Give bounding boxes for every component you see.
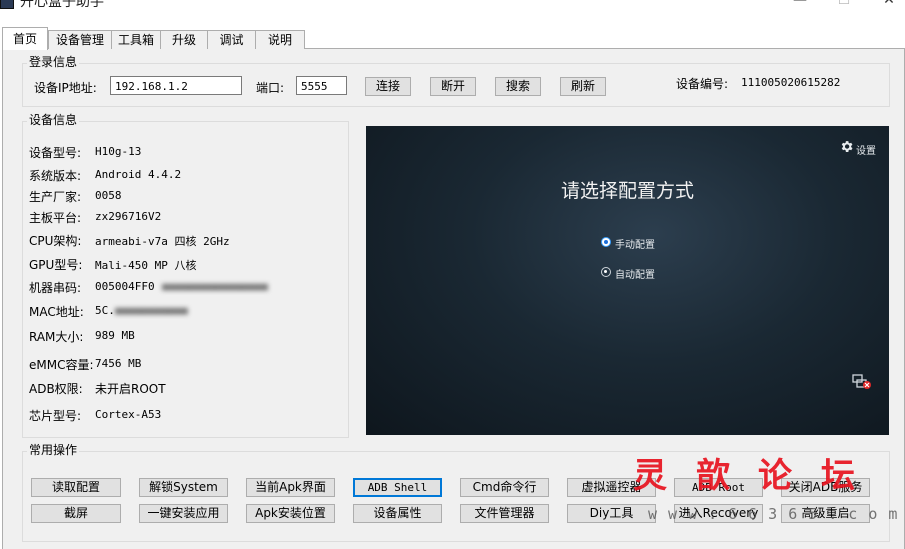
info-value-adb: 未开启ROOT	[95, 382, 166, 396]
app-icon	[0, 0, 14, 9]
info-value-model: H10g-13	[95, 145, 142, 158]
info-label-mac: MAC地址:	[29, 305, 84, 319]
radio-auto-label[interactable]: 自动配置	[615, 266, 655, 281]
info-label-os: 系统版本:	[29, 169, 82, 183]
info-value-gpu: Mali-450 MP 八核	[95, 259, 197, 272]
common-ops-title: 常用操作	[27, 443, 80, 457]
watermark-char: 歆	[696, 456, 730, 496]
info-label-emmc: eMMC容量:	[29, 358, 94, 372]
device-no-label: 设备编号:	[676, 77, 729, 91]
watermark-char: 坛	[821, 456, 855, 496]
settings-label[interactable]: 设置	[856, 142, 876, 157]
refresh-button[interactable]: 刷新	[560, 77, 606, 96]
info-label-gpu: GPU型号:	[29, 258, 83, 272]
info-value-emmc: 7456 MB	[95, 357, 142, 370]
install-app-button[interactable]: 一键安装应用	[139, 504, 228, 523]
info-label-adb: ADB权限:	[29, 382, 83, 396]
screenshot-button[interactable]: 截屏	[31, 504, 121, 523]
tab-debug[interactable]: 调试	[207, 30, 256, 49]
info-value-ram: 989 MB	[95, 329, 135, 342]
info-label-ram: RAM大小:	[29, 330, 84, 344]
device-info-title: 设备信息	[27, 113, 80, 127]
window-title: 开心盒子助手	[20, 0, 104, 10]
search-button[interactable]: 搜索	[495, 77, 541, 96]
info-label-cpu: CPU架构:	[29, 234, 82, 248]
screen-title: 请选择配置方式	[560, 180, 694, 202]
login-group-title: 登录信息	[27, 55, 80, 69]
ip-input[interactable]: 192.168.1.2	[110, 76, 242, 95]
maximize-button[interactable]: ☐	[834, 0, 854, 8]
tab-device-management[interactable]: 设备管理	[48, 30, 112, 49]
tab-upgrade[interactable]: 升级	[160, 30, 208, 49]
watermark-char: 论	[758, 456, 792, 496]
serial-redaction: ■■■■■■■■■■■■■■■■	[162, 280, 268, 293]
adb-shell-button[interactable]: ADB Shell	[353, 478, 442, 497]
connect-button[interactable]: 连接	[365, 77, 411, 96]
port-input[interactable]: 5555	[296, 76, 347, 95]
tab-home[interactable]: 首页	[2, 27, 48, 50]
info-label-vendor: 生产厂家:	[29, 190, 82, 204]
radio-auto[interactable]	[601, 267, 611, 277]
info-value-cpu: armeabi-v7a 四核 2GHz	[95, 235, 230, 248]
radio-manual[interactable]	[601, 237, 611, 247]
info-label-platform: 主板平台:	[29, 211, 82, 225]
diy-tools-button[interactable]: Diy工具	[567, 504, 656, 523]
device-properties-button[interactable]: 设备属性	[353, 504, 442, 523]
info-value-os: Android 4.4.2	[95, 168, 182, 181]
file-manager-button[interactable]: 文件管理器	[460, 504, 549, 523]
info-value-chip: Cortex-A53	[95, 408, 162, 421]
info-value-platform: zx296716V2	[95, 210, 162, 223]
watermark-url: www.66365.com	[648, 505, 905, 523]
watermark-char: 灵	[633, 456, 667, 496]
info-label-chip: 芯片型号:	[29, 409, 82, 423]
gear-icon[interactable]	[839, 139, 854, 154]
mac-redaction: ■■■■■■■■■■■	[115, 304, 188, 317]
info-value-serial: 005004FF0	[95, 280, 155, 293]
title-bar: 开心盒子助手 — ☐ ✕	[0, 0, 905, 28]
close-button[interactable]: ✕	[879, 0, 899, 8]
tab-toolbox[interactable]: 工具箱	[111, 30, 161, 49]
network-error-icon	[852, 374, 871, 389]
current-apk-button[interactable]: 当前Apk界面	[246, 478, 335, 497]
unlock-system-button[interactable]: 解锁System	[139, 478, 228, 497]
info-label-model: 设备型号:	[29, 146, 82, 160]
device-no-value: 111005020615282	[741, 76, 841, 89]
cmd-button[interactable]: Cmd命令行	[460, 478, 549, 497]
tab-help[interactable]: 说明	[255, 30, 305, 49]
minimize-button[interactable]: —	[790, 0, 810, 8]
disconnect-button[interactable]: 断开	[430, 77, 476, 96]
ip-label: 设备IP地址:	[34, 81, 97, 95]
device-screen-preview[interactable]: 设置 请选择配置方式 手动配置 自动配置	[366, 126, 889, 435]
read-config-button[interactable]: 读取配置	[31, 478, 121, 497]
port-label: 端口:	[256, 81, 285, 95]
info-value-mac: 5C.	[95, 304, 115, 317]
info-value-vendor: 0058	[95, 189, 122, 202]
apk-install-location-button[interactable]: Apk安装位置	[246, 504, 335, 523]
radio-manual-label[interactable]: 手动配置	[615, 236, 655, 251]
info-label-serial: 机器串码:	[29, 281, 82, 295]
